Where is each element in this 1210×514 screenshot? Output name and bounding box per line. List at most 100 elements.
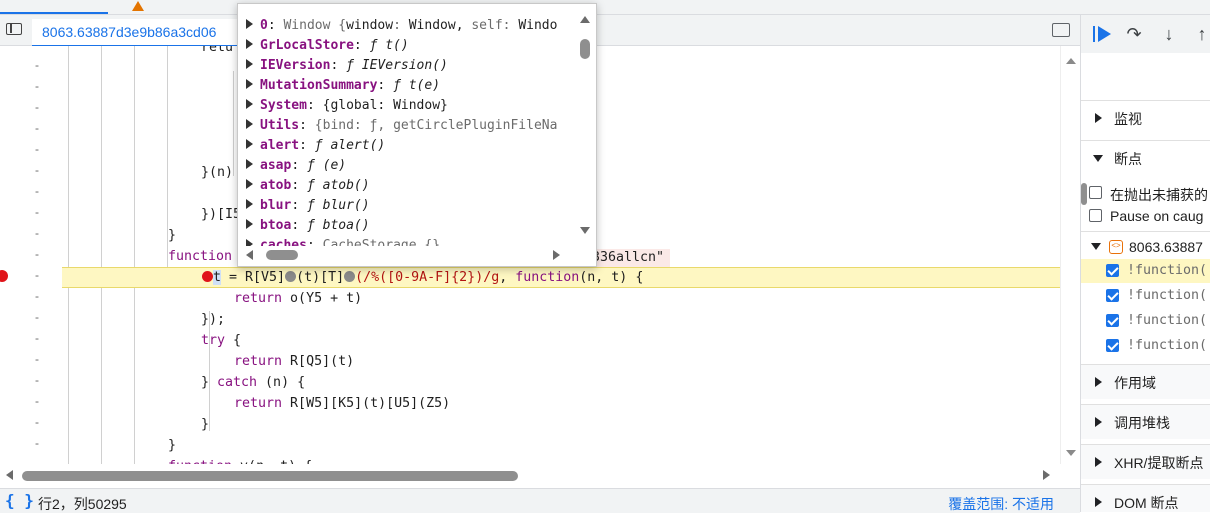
scroll-down-icon[interactable] [580, 227, 590, 234]
gutter-line-marker[interactable]: - [33, 352, 41, 366]
expand-arrow-icon [246, 139, 253, 149]
gutter-line-marker[interactable]: - [33, 58, 41, 72]
breakpoint-checkbox[interactable] [1106, 289, 1119, 302]
breakpoint-checkbox[interactable] [1106, 314, 1119, 327]
property-row[interactable]: asap: ƒ (e) [246, 156, 346, 176]
file-tab[interactable]: 8063.63887d3e9b86a3cd06 [32, 19, 242, 47]
gutter-line-marker[interactable]: - [33, 226, 41, 240]
scrollbar-thumb[interactable] [22, 471, 518, 481]
gutter-line-marker[interactable]: - [33, 163, 41, 177]
property-row[interactable]: blur: ƒ blur() [246, 196, 370, 216]
breakpoint-checkbox[interactable] [1106, 264, 1119, 277]
property-row[interactable]: alert: ƒ alert() [246, 136, 385, 156]
property-row[interactable]: System: {global: Window} [246, 96, 448, 116]
breakpoint-checkbox[interactable] [1106, 339, 1119, 352]
gutter-line-marker[interactable]: - [33, 436, 41, 450]
property-row[interactable]: atob: ƒ atob() [246, 176, 370, 196]
property-row[interactable]: IEVersion: ƒ IEVersion() [246, 56, 448, 76]
section-call-stack[interactable]: 调用堆栈 [1081, 404, 1210, 439]
scrollbar-thumb[interactable] [580, 39, 590, 59]
object-preview-popover[interactable]: 0: Window {window: Window, self: Windo G… [237, 3, 597, 267]
scroll-right-icon[interactable] [553, 250, 560, 260]
property-row[interactable]: GrLocalStore: ƒ t() [246, 36, 409, 56]
step-out-button[interactable]: ↑ [1191, 23, 1210, 45]
scroll-right-icon[interactable] [1043, 470, 1050, 480]
breakpoint-item[interactable]: !function( [1081, 259, 1210, 283]
code-line: }(n) [201, 165, 234, 180]
gutter-line-marker[interactable]: - [33, 310, 41, 324]
property-row[interactable]: btoa: ƒ btoa() [246, 216, 370, 236]
navigator-toggle-icon[interactable] [6, 23, 22, 35]
inline-breakpoint-icon[interactable] [202, 271, 213, 282]
section-xhr-breakpoints[interactable]: XHR/提取断点 [1081, 444, 1210, 479]
scroll-up-icon[interactable] [1066, 58, 1076, 64]
active-panel-tab[interactable] [0, 0, 108, 14]
gutter-line-marker[interactable]: - [33, 79, 41, 93]
popover-vertical-scrollbar[interactable] [578, 12, 592, 234]
breakpoint-item[interactable]: !function( [1081, 284, 1210, 308]
section-scope[interactable]: 作用域 [1081, 364, 1210, 399]
gutter-line-marker[interactable]: - [33, 268, 41, 282]
scroll-up-icon[interactable] [580, 16, 590, 23]
warning-icon [132, 1, 144, 11]
pause-caught-option[interactable]: Pause on caug [1081, 205, 1210, 227]
toggle-debugger-sidebar-icon[interactable] [1052, 23, 1070, 37]
resume-icon [1093, 26, 1095, 42]
editor-horizontal-scrollbar[interactable] [0, 466, 1060, 486]
expand-arrow-icon [246, 199, 253, 209]
breakpoint-marker[interactable] [0, 270, 8, 282]
coverage-link[interactable]: 覆盖范围: 不适用 [948, 494, 1054, 514]
property-row[interactable]: caches: CacheStorage {} [246, 236, 440, 246]
property-row[interactable]: MutationSummary: ƒ t(e) [246, 76, 440, 96]
section-watch[interactable]: 监视 [1081, 100, 1210, 135]
code-line: } catch (n) { [201, 375, 306, 390]
inline-breakpoint-icon[interactable] [285, 271, 297, 282]
hovered-variable[interactable]: t [213, 270, 222, 285]
gutter-line-marker[interactable]: - [33, 184, 41, 198]
scroll-down-icon[interactable] [1066, 450, 1076, 456]
gutter-line-marker[interactable]: - [33, 415, 41, 429]
editor-vertical-scrollbar[interactable] [1060, 46, 1081, 464]
gutter-line-marker[interactable]: - [33, 289, 41, 303]
pause-caught-checkbox[interactable] [1089, 209, 1102, 222]
scroll-left-icon[interactable] [6, 470, 13, 480]
property-list: 0: Window {window: Window, self: Windo G… [238, 10, 578, 246]
scrollbar-thumb[interactable] [266, 250, 298, 260]
devtools-top-tab-strip [0, 0, 1210, 15]
gutter-line-marker[interactable]: - [33, 142, 41, 156]
section-breakpoints[interactable]: 断点 [1081, 140, 1210, 175]
step-out-icon: ↑ [1197, 24, 1207, 44]
execution-line-code: t = R[V5] (t)[T] (/%([0-9A-F]{2})/g, funct… [202, 268, 643, 288]
pause-uncaught-option[interactable]: 在抛出未捕获的 [1081, 182, 1210, 204]
expand-arrow-icon [1095, 377, 1102, 387]
gutter-line-marker[interactable]: - [33, 100, 41, 114]
inline-breakpoint-icon[interactable] [344, 271, 356, 282]
expand-arrow-icon [246, 39, 253, 49]
section-dom-breakpoints[interactable]: DOM 断点 [1081, 484, 1210, 512]
gutter-line-marker[interactable]: - [33, 373, 41, 387]
popover-horizontal-scrollbar[interactable] [244, 248, 574, 262]
status-bar: { } 行2，列50295 覆盖范围: 不适用 [0, 488, 1080, 513]
breakpoint-file-group[interactable]: <> 8063.63887 [1081, 231, 1210, 262]
pretty-print-icon[interactable]: { } [5, 491, 34, 510]
code-line: return R[Q5](t) [234, 354, 355, 369]
breakpoint-item[interactable]: !function( [1081, 309, 1210, 333]
file-tab-label: 8063.63887d3e9b86a3cd06 [42, 24, 217, 40]
pause-uncaught-checkbox[interactable] [1089, 186, 1102, 199]
gutter-line-marker[interactable]: - [33, 247, 41, 261]
property-row[interactable]: 0: Window {window: Window, self: Windo [246, 16, 557, 36]
step-over-button[interactable]: ↷ [1123, 23, 1145, 45]
code-line: } [201, 417, 210, 432]
gutter-line-marker[interactable]: - [33, 121, 41, 135]
resume-button[interactable] [1091, 23, 1113, 45]
gutter-line-marker[interactable]: - [33, 205, 41, 219]
breakpoint-item[interactable]: !function( [1081, 334, 1210, 358]
expand-arrow-icon [246, 239, 253, 246]
step-into-button[interactable]: ↓ [1158, 23, 1180, 45]
gutter-line-marker[interactable]: - [33, 394, 41, 408]
code-line: } [168, 228, 177, 243]
property-row[interactable]: Utils: {bind: ƒ, getCirclePluginFileNa [246, 116, 557, 136]
gutter-line-marker[interactable]: - [33, 331, 41, 345]
code-line: try { [201, 333, 242, 348]
scroll-left-icon[interactable] [246, 250, 253, 260]
